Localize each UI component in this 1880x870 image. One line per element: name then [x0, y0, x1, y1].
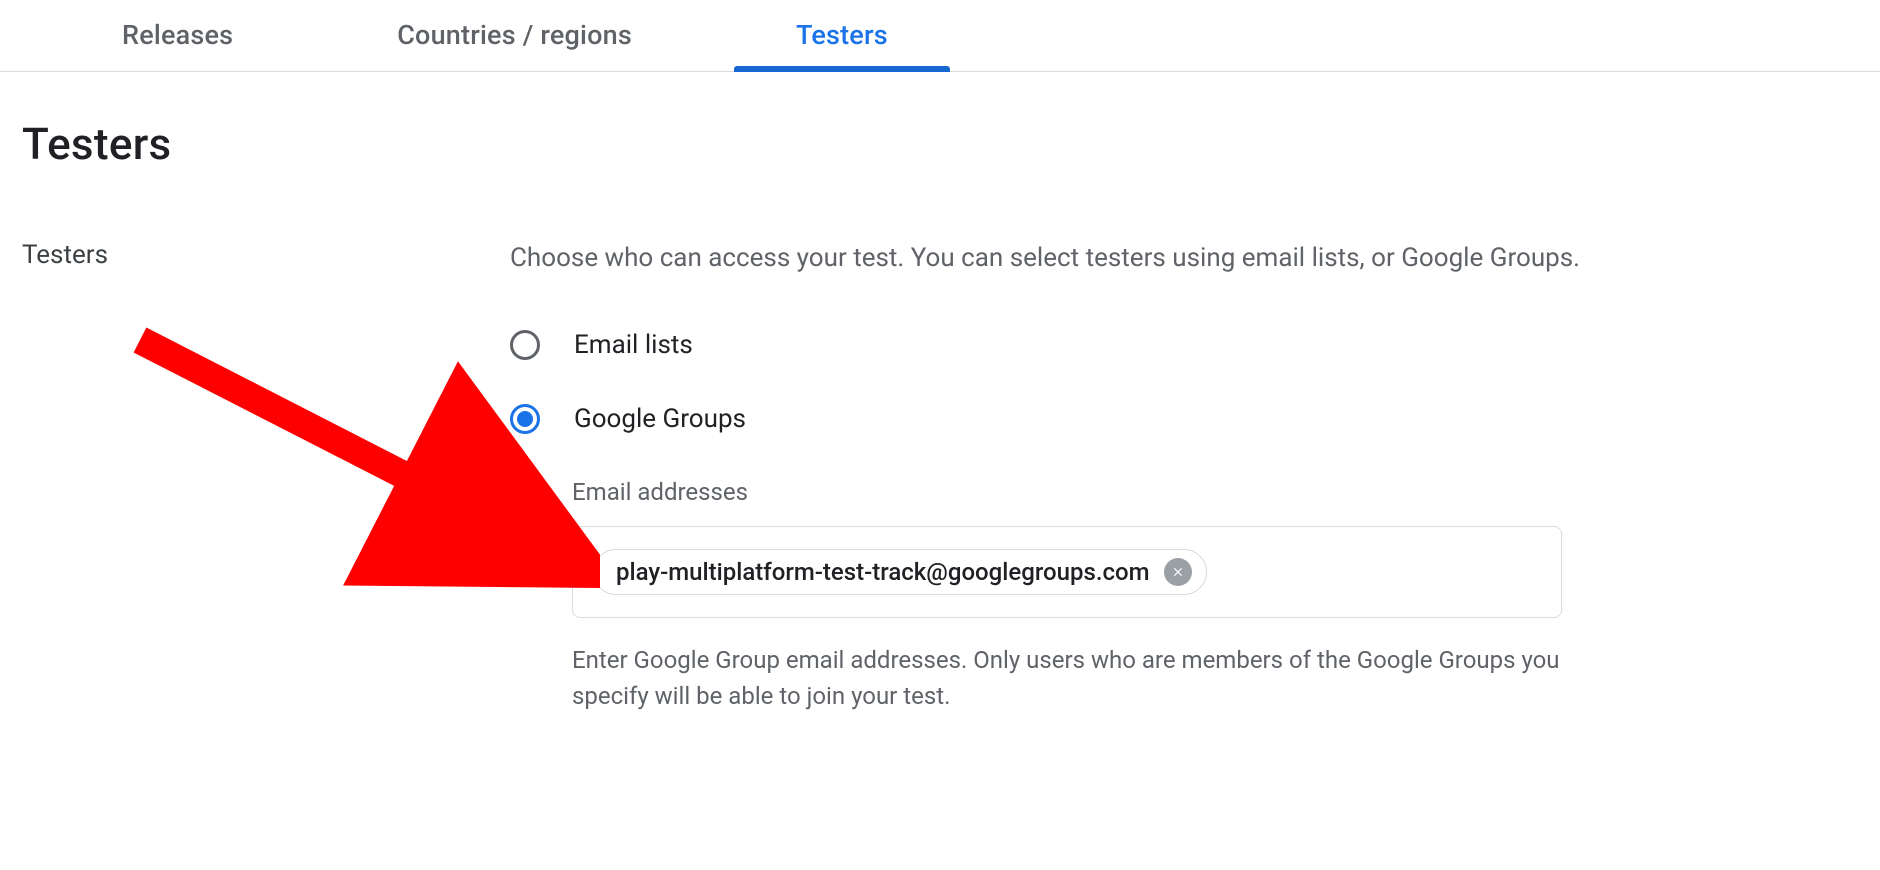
field-body: Choose who can access your test. You can…	[510, 240, 1880, 714]
chip-remove-button[interactable]	[1164, 558, 1192, 586]
radio-label: Google Groups	[574, 404, 746, 434]
radio-label: Email lists	[574, 330, 693, 360]
tab-countries-regions[interactable]: Countries / regions	[375, 19, 654, 71]
radio-google-groups[interactable]: Google Groups	[510, 404, 1840, 434]
radio-icon	[510, 404, 540, 434]
email-addresses-input[interactable]: play-multiplatform-test-track@googlegrou…	[572, 526, 1562, 618]
radio-email-lists[interactable]: Email lists	[510, 330, 1840, 360]
page-title: Testers	[22, 118, 1880, 170]
tab-testers[interactable]: Testers	[774, 19, 910, 71]
email-chip: play-multiplatform-test-track@googlegrou…	[593, 549, 1207, 595]
chip-text: play-multiplatform-test-track@googlegrou…	[616, 558, 1150, 586]
tab-releases[interactable]: Releases	[100, 19, 255, 71]
close-icon	[1171, 565, 1185, 579]
field-description: Choose who can access your test. You can…	[510, 240, 1840, 278]
email-addresses-label: Email addresses	[572, 478, 1840, 506]
tabs: Releases Countries / regions Testers	[0, 0, 1880, 72]
testers-section: Testers Choose who can access your test.…	[0, 240, 1880, 714]
field-label: Testers	[0, 240, 510, 270]
email-addresses-helper: Enter Google Group email addresses. Only…	[572, 642, 1562, 714]
radio-icon	[510, 330, 540, 360]
